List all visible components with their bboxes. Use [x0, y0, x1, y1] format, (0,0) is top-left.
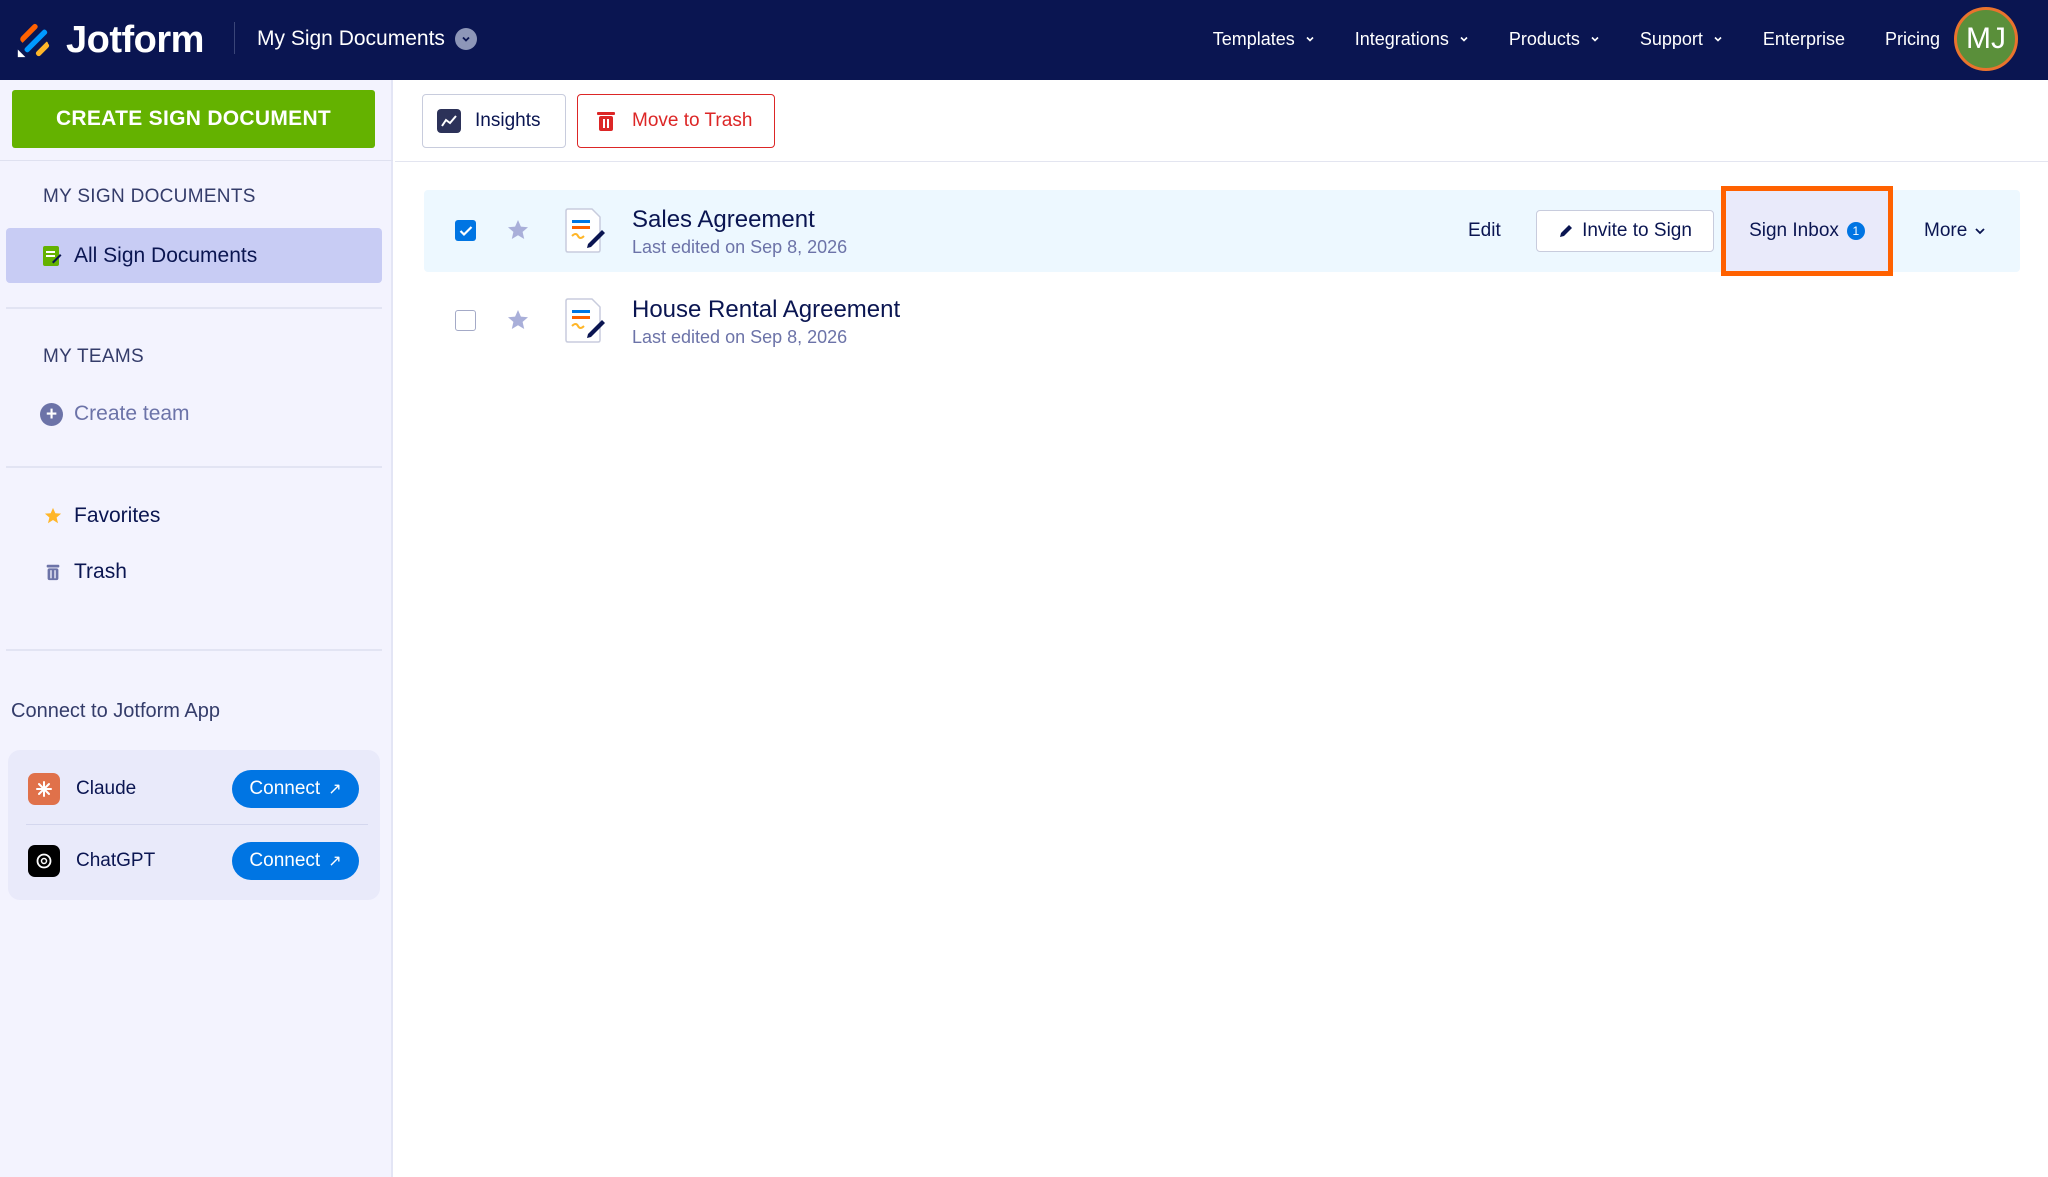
app-name: ChatGPT: [76, 850, 156, 871]
sidebar: CREATE SIGN DOCUMENT MY SIGN DOCUMENTS A…: [0, 80, 393, 1177]
my-sign-documents-heading: MY SIGN DOCUMENTS: [43, 186, 256, 207]
main-nav: Templates Integrations Products Support …: [1173, 22, 1940, 56]
sign-inbox-count-badge: 1: [1846, 222, 1865, 240]
header-divider: [234, 22, 235, 54]
brand-name: Jotform: [66, 18, 204, 61]
move-to-trash-button[interactable]: Move to Trash: [577, 94, 775, 148]
document-last-edited: Last edited on Sep 8, 2026: [632, 327, 848, 347]
sidebar-item-label: All Sign Documents: [74, 243, 258, 267]
connect-apps-card: Claude Connect ↗ ChatGPT Connect ↗: [8, 750, 380, 900]
chevron-down-icon: [1714, 36, 1722, 42]
document-title[interactable]: Sales Agreement: [632, 206, 815, 234]
jotform-logo-icon: [17, 23, 50, 58]
checkmark-icon: [459, 225, 472, 236]
connect-divider: [26, 824, 368, 825]
external-link-icon: ↗: [328, 781, 342, 798]
nav-enterprise[interactable]: Enterprise: [1763, 29, 1845, 50]
connect-chatgpt-button[interactable]: Connect ↗: [232, 842, 359, 880]
sidebar-item-all-sign-documents[interactable]: All Sign Documents: [6, 228, 382, 283]
sign-document-icon: [43, 245, 62, 266]
document-last-edited: Last edited on Sep 8, 2026: [632, 237, 848, 257]
workspace-switcher[interactable]: My Sign Documents: [257, 22, 477, 56]
invite-to-sign-button[interactable]: Invite to Sign: [1536, 210, 1714, 252]
star-icon[interactable]: [506, 308, 530, 332]
nav-integrations[interactable]: Integrations: [1355, 29, 1469, 50]
chevron-down-icon: [1591, 36, 1599, 42]
more-button[interactable]: More: [1924, 212, 1986, 250]
pen-icon: [1560, 225, 1573, 237]
document-title[interactable]: House Rental Agreement: [632, 296, 900, 324]
sidebar-item-trash[interactable]: Trash: [44, 560, 127, 584]
my-teams-heading: MY TEAMS: [43, 346, 144, 367]
nav-products[interactable]: Products: [1509, 29, 1600, 50]
row-checkbox[interactable]: [455, 220, 476, 241]
document-row[interactable]: Sales Agreement Last edited on Sep 8, 20…: [424, 186, 2020, 276]
nav-templates[interactable]: Templates: [1213, 29, 1315, 50]
edit-button[interactable]: Edit: [1468, 212, 1501, 250]
row-checkbox[interactable]: [455, 310, 476, 331]
sign-document-icon: [565, 208, 605, 253]
sidebar-divider: [0, 160, 393, 161]
claude-icon: [28, 773, 60, 805]
chevron-down-icon: [1460, 36, 1468, 42]
connect-row-chatgpt: ChatGPT Connect ↗: [8, 826, 380, 896]
chatgpt-icon: [28, 845, 60, 877]
chevron-down-icon: [454, 28, 477, 50]
documents-toolbar: Insights Move to Trash: [395, 80, 2048, 162]
trash-icon: [46, 564, 60, 581]
create-team-link[interactable]: + Create team: [40, 402, 190, 426]
external-link-icon: ↗: [328, 853, 342, 870]
app-name: Claude: [76, 778, 137, 799]
sign-document-icon: [565, 298, 605, 343]
plus-icon: +: [40, 402, 63, 426]
insights-icon: [437, 109, 461, 133]
nav-support[interactable]: Support: [1640, 29, 1723, 50]
top-navbar: Jotform My Sign Documents Templates Inte…: [0, 0, 2048, 80]
sidebar-item-favorites[interactable]: Favorites: [44, 504, 160, 528]
star-icon: [44, 507, 62, 524]
sidebar-divider: [6, 307, 382, 309]
create-sign-document-button[interactable]: CREATE SIGN DOCUMENT: [12, 90, 375, 148]
nav-pricing[interactable]: Pricing: [1885, 29, 1940, 50]
sign-inbox-button[interactable]: Sign Inbox 1: [1721, 186, 1893, 276]
sidebar-divider: [6, 649, 382, 651]
connect-app-heading: Connect to Jotform App: [11, 700, 221, 722]
star-icon[interactable]: [506, 218, 530, 242]
sidebar-divider: [6, 466, 382, 468]
connect-row-claude: Claude Connect ↗: [8, 754, 380, 824]
trash-icon: [597, 112, 615, 131]
workspace-label: My Sign Documents: [257, 27, 445, 50]
chevron-down-icon: [1975, 228, 1985, 235]
insights-button[interactable]: Insights: [422, 94, 566, 148]
jotform-logo[interactable]: Jotform: [14, 14, 204, 66]
user-avatar[interactable]: MJ: [1954, 7, 2018, 71]
document-row[interactable]: House Rental Agreement Last edited on Se…: [424, 280, 2020, 362]
connect-claude-button[interactable]: Connect ↗: [232, 770, 359, 808]
chevron-down-icon: [1306, 36, 1314, 42]
